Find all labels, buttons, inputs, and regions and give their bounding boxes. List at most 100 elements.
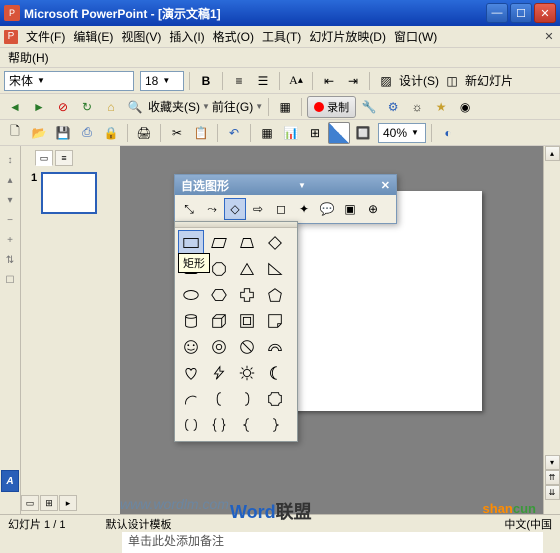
help-icon[interactable]: ◐ [437,122,459,144]
menu-edit[interactable]: 编辑(E) [69,26,117,47]
object-icon[interactable]: 🔲 [352,122,374,144]
goto-button[interactable]: 前往(G) [212,98,253,115]
menu-slideshow[interactable]: 幻灯片放映(D) [305,26,390,47]
font-grow-icon[interactable]: A▴ [285,70,307,92]
menu-format[interactable]: 格式(O) [209,26,258,47]
arrow-up-icon[interactable]: ▴ [2,172,18,188]
shape-oval[interactable] [178,282,204,308]
search-icon[interactable]: 🔍 [124,96,146,118]
refresh-button[interactable]: ↻ [76,96,98,118]
indent-less-icon[interactable]: ⇤ [318,70,340,92]
arrows-icon[interactable]: ⇅ [2,252,18,268]
menu-window[interactable]: 窗口(W) [390,26,441,47]
shape-hexagon[interactable] [206,282,232,308]
forward-button[interactable]: ► [28,96,50,118]
design-icon[interactable]: ▨ [375,70,397,92]
favorites-button[interactable]: 收藏夹(S) [148,98,200,115]
cat-basic-shapes-icon[interactable]: ◇ [224,198,246,220]
shape-block-arc[interactable] [262,334,288,360]
ruler-icon[interactable]: ↕ [2,152,18,168]
table-button[interactable]: ▦ [256,122,278,144]
normal-view-button[interactable]: ▭ [21,495,39,511]
bullet-list-icon[interactable]: ☰ [252,70,274,92]
shape-no-symbol[interactable] [234,334,260,360]
saveall-button[interactable]: ⎙ [76,122,98,144]
open-button[interactable]: 📂 [28,122,50,144]
slideshow-view-button[interactable]: ▸ [59,495,77,511]
text-tool-icon[interactable]: A [1,470,19,492]
permission-icon[interactable]: 🔒 [100,122,122,144]
font-size-dropdown[interactable]: 18 ▼ [140,71,184,91]
cat-callouts-icon[interactable]: 💬 [316,198,338,220]
shape-bracket-right[interactable] [234,386,260,412]
shape-right-brace[interactable] [262,412,288,438]
shape-double-brace[interactable] [206,412,232,438]
autoshapes-titlebar[interactable]: 自选图形 ▼ ✕ [175,175,396,195]
new-slide-button[interactable]: 新幻灯片 [465,72,513,89]
shape-right-triangle[interactable] [262,256,288,282]
maximize-button[interactable]: ☐ [510,3,532,23]
close-button[interactable]: ✕ [534,3,556,23]
new-slide-icon[interactable]: ◫ [441,70,463,92]
shape-triangle[interactable] [234,256,260,282]
cat-more-icon[interactable]: ⊕ [362,198,384,220]
drag-handle[interactable] [175,222,297,228]
shape-donut[interactable] [206,334,232,360]
shape-trapezoid[interactable] [234,230,260,256]
next-slide-button[interactable]: ⇊ [545,485,560,500]
sorter-view-button[interactable]: ⊞ [40,495,58,511]
prev-slide-button[interactable]: ⇈ [545,470,560,485]
box-icon[interactable]: ☐ [2,272,18,288]
shape-arc[interactable] [178,386,204,412]
cat-stars-icon[interactable]: ✦ [293,198,315,220]
stop-button[interactable]: ⊘ [52,96,74,118]
paste-button[interactable]: 📋 [190,122,212,144]
close-icon[interactable]: ✕ [381,179,390,192]
chart-button[interactable]: 📊 [280,122,302,144]
cut-button[interactable]: ✂ [166,122,188,144]
tab-outline[interactable]: ≡ [55,150,73,166]
shape-sun[interactable] [234,360,260,386]
close-doc-button[interactable]: ✕ [542,30,556,44]
new-button[interactable]: 🗋 [4,122,26,144]
shape-double-bracket[interactable] [178,412,204,438]
shape-pentagon[interactable] [262,282,288,308]
menu-view[interactable]: 视图(V) [117,26,165,47]
plus-icon[interactable]: + [2,232,18,248]
shape-cube[interactable] [206,308,232,334]
menu-tools[interactable]: 工具(T) [258,26,305,47]
tool-icon-4[interactable]: ★ [430,96,452,118]
shape-bracket-left[interactable] [206,386,232,412]
record-button[interactable]: 录制 [307,96,356,118]
zoom-dropdown[interactable]: 40% ▼ [378,123,426,143]
tool-icon-5[interactable]: ◉ [454,96,476,118]
shape-can[interactable] [178,308,204,334]
cat-connectors-icon[interactable]: ⤳ [201,198,223,220]
scroll-down-button[interactable]: ▾ [545,455,560,470]
bold-button[interactable]: B [195,70,217,92]
design-button[interactable]: 设计(S) [399,72,439,89]
menu-insert[interactable]: 插入(I) [165,26,208,47]
tool-icon-1[interactable]: 🔧 [358,96,380,118]
scroll-up-button[interactable]: ▴ [545,146,560,161]
shape-folded-corner[interactable] [262,308,288,334]
color-button[interactable] [328,122,350,144]
cat-action-icon[interactable]: ▣ [339,198,361,220]
back-button[interactable]: ◄ [4,96,26,118]
shape-diamond[interactable] [262,230,288,256]
shape-heart[interactable] [178,360,204,386]
indent-more-icon[interactable]: ⇥ [342,70,364,92]
undo-button[interactable]: ↶ [223,122,245,144]
arrow-down-icon[interactable]: ▾ [2,192,18,208]
tool-icon-2[interactable]: ⚙ [382,96,404,118]
shape-moon[interactable] [262,360,288,386]
save-button[interactable]: 💾 [52,122,74,144]
shape-lightning[interactable] [206,360,232,386]
shape-left-brace[interactable] [234,412,260,438]
menu-help[interactable]: 帮助(H) [4,47,53,68]
cat-flowchart-icon[interactable]: ◻ [270,198,292,220]
numbered-list-icon[interactable]: ≡ [228,70,250,92]
cat-block-arrows-icon[interactable]: ⇨ [247,198,269,220]
tool-icon-3[interactable]: ☼ [406,96,428,118]
nav-icon[interactable]: ▦ [274,96,296,118]
